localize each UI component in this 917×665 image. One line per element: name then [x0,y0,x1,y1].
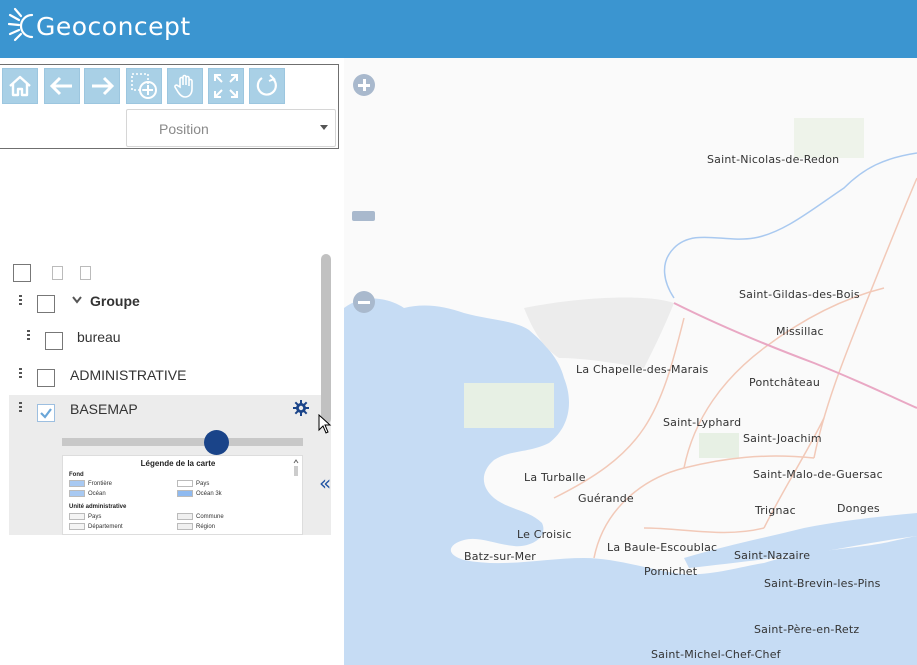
layer-checkbox-groupe[interactable] [37,295,55,313]
zoom-level-slider[interactable] [352,211,375,221]
river [663,152,917,299]
place-label: La Chapelle-des-Marais [576,363,709,376]
place-label: Saint-Brevin-les-Pins [764,577,881,590]
position-select[interactable]: Position [126,109,336,147]
legend-section-fond: Fond [69,472,84,478]
forest-patch [699,433,739,458]
legend-section-unite: Unité administrative [69,504,127,510]
place-label: Donges [837,502,880,515]
wetland-patch [464,383,554,428]
layer-checkbox-administrative[interactable] [37,369,55,387]
drag-handle-icon[interactable] [19,402,22,414]
home-icon [9,75,31,97]
place-label: Pontchâteau [749,376,821,389]
zoom-out-button[interactable] [353,291,375,313]
layer-action-box[interactable] [52,266,63,280]
legend-label: Frontière [88,481,113,487]
legend-label: Océan [88,491,106,497]
legend-swatch [69,523,85,530]
panel-scrollbar[interactable] [321,254,331,424]
app-header: Geoconcept [0,0,917,58]
checkmark-icon [40,408,52,419]
chevron-down-icon [320,125,328,130]
layer-panel: Groupe bureau ADMINISTRATIVE BASEMAP Lég… [0,250,332,540]
legend-title: Légende de la carte [140,459,216,468]
map-view[interactable]: Saint-Nicolas-de-Redon Saint-Gildas-des-… [344,58,917,665]
select-all-checkbox[interactable] [13,264,31,282]
refresh-button[interactable] [249,68,285,104]
layer-label-groupe: Groupe [90,293,140,309]
place-label: Saint-Nicolas-de-Redon [707,153,840,166]
forest-patch [794,118,864,158]
place-label: Saint-Malo-de-Guersac [753,468,883,481]
legend-swatch [69,490,85,497]
layer-label-administrative: ADMINISTRATIVE [70,367,187,383]
refresh-icon [256,74,277,96]
legend-label: Département [88,524,123,530]
legend-swatch [69,480,85,487]
drag-handle-icon[interactable] [19,295,22,307]
arrow-left-icon [49,76,72,96]
forward-button[interactable] [84,68,120,104]
place-label: Batz-sur-Mer [464,550,537,563]
place-label: Saint-Père-en-Retz [754,623,860,636]
layer-checkbox-basemap[interactable] [37,404,55,422]
logo-text: Geoconcept [36,11,191,41]
pan-button[interactable] [167,68,203,104]
layer-action-box[interactable] [80,266,91,280]
place-label: Saint-Lyphard [663,416,742,429]
place-label: Saint-Gildas-des-Bois [739,288,860,301]
gear-icon[interactable] [293,400,309,416]
logo-rays-icon [8,7,34,42]
chevron-down-icon[interactable] [72,296,82,304]
place-label: Missillac [776,325,824,338]
legend-swatch [177,480,193,487]
position-select-value: Position [159,121,209,137]
geoconcept-logo[interactable]: Geoconcept [8,6,191,46]
place-label: Trignac [755,504,796,517]
opacity-slider-handle[interactable] [203,430,229,455]
legend-swatch [69,513,85,520]
legend-label: Pays [88,514,102,520]
opacity-slider[interactable] [62,438,303,446]
place-label: La Baule-Escoublac [607,541,718,554]
collapse-panel-icon[interactable]: « [319,473,337,493]
legend-label: Région [196,524,216,530]
drag-handle-icon[interactable] [27,330,30,342]
drag-handle-icon[interactable] [19,368,22,380]
layer-label-bureau: bureau [77,329,121,345]
legend-swatch [177,490,193,497]
zoom-box-icon [131,73,157,99]
legend-label: Commune [196,514,224,520]
back-button[interactable] [44,68,80,104]
mouse-cursor-icon [318,414,332,434]
place-label: Saint-Joachim [743,432,822,445]
map-toolbar: Position [0,64,339,149]
hand-icon [174,74,193,98]
home-button[interactable] [2,68,38,104]
arrow-right-icon [92,76,115,96]
zoom-in-button[interactable] [353,74,375,96]
place-label: Pornichet [644,565,698,578]
place-label: La Turballe [524,471,586,484]
zoom-box-button[interactable] [126,68,162,104]
place-label: Le Croisic [517,528,572,541]
full-extent-button[interactable] [208,68,244,104]
layer-label-basemap: BASEMAP [70,401,138,417]
legend-swatch [177,523,193,530]
legend-swatch [177,513,193,520]
expand-icon [214,74,238,98]
place-label: Saint-Michel-Chef-Chef [651,648,781,661]
place-label: Guérande [578,492,634,505]
place-label: Saint-Nazaire [734,549,811,562]
map-tiles [344,118,917,665]
legend-label: Océan 3k [196,491,222,497]
basemap-legend: Légende de la carte Fond Frontière Pays … [62,455,303,535]
legend-scrollbar[interactable] [293,458,299,534]
highway [673,302,917,409]
legend-label: Pays [196,481,210,487]
layer-checkbox-bureau[interactable] [45,332,63,350]
